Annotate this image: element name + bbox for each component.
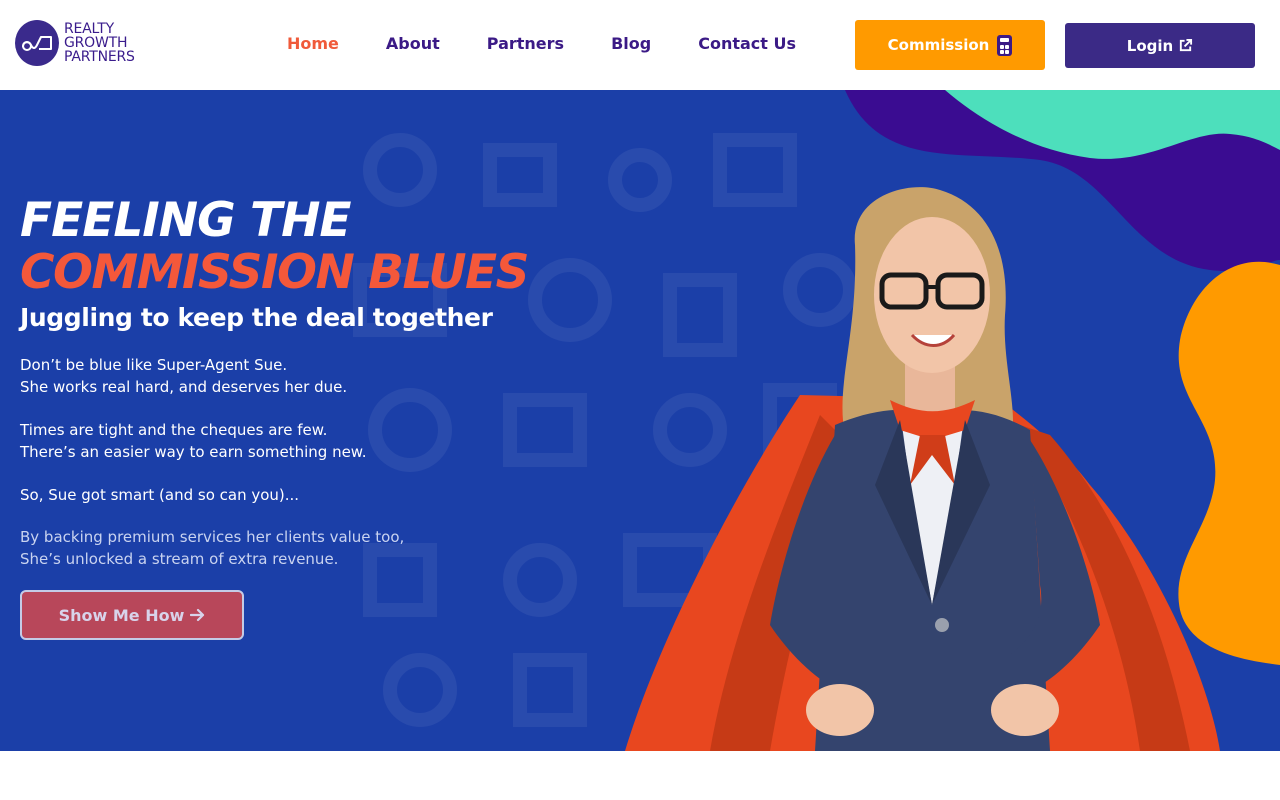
hero-paragraph-line: So, Sue got smart (and so can you)...	[20, 486, 300, 504]
external-link-icon	[1180, 38, 1193, 52]
login-button[interactable]: Login	[1065, 23, 1255, 68]
infinity-logo-icon	[15, 20, 59, 66]
commission-button-label: Commission	[887, 36, 990, 54]
hero-title-line-2: COMMISSION BLUES	[20, 245, 529, 300]
hero-paragraph: So, Sue got smart (and so can you)...	[20, 484, 580, 506]
hero-paragraph-line: By backing premium services her clients …	[20, 528, 405, 546]
nav-contact-us[interactable]: Contact Us	[698, 34, 796, 53]
hero-paragraph-line: Don’t be blue like Super-Agent Sue.	[20, 356, 288, 374]
hero-section: FEELING THE COMMISSION BLUES Juggling to…	[0, 90, 1280, 751]
brand-wordmark: REALTY GROWTH PARTNERS	[64, 22, 135, 64]
login-button-label: Login	[1126, 36, 1174, 55]
page-content-below	[0, 751, 1280, 800]
hero-paragraph: Don’t be blue like Super-Agent Sue. She …	[20, 354, 580, 398]
hero-paragraph-line: She’s unlocked a stream of extra revenue…	[20, 550, 339, 568]
hero-paragraph-line: There’s an easier way to earn something …	[20, 443, 367, 461]
hero-paragraph: By backing premium services her clients …	[20, 526, 580, 570]
hero-paragraph: Times are tight and the cheques are few.…	[20, 419, 580, 463]
show-me-how-label: Show Me How	[58, 605, 185, 625]
hero-subtitle: Juggling to keep the deal together	[20, 303, 493, 332]
main-nav: Home About Partners Blog Contact Us	[287, 34, 796, 53]
site-header: REALTY GROWTH PARTNERS Home About Partne…	[0, 0, 1280, 90]
arrow-right-icon	[190, 608, 205, 622]
hero-title-line-1: FEELING THE	[20, 193, 352, 248]
nav-blog[interactable]: Blog	[611, 34, 651, 53]
hero-copy: FEELING THE COMMISSION BLUES Juggling to…	[20, 195, 580, 640]
hero-paragraph-line: Times are tight and the cheques are few.	[20, 421, 328, 439]
superhero-agent-photo	[625, 187, 1220, 751]
hero-paragraph-line: She works real hard, and deserves her du…	[20, 378, 348, 396]
brand-line-1: REALTY	[64, 21, 114, 37]
nav-home[interactable]: Home	[287, 34, 339, 53]
commission-button[interactable]: Commission	[855, 20, 1045, 70]
calculator-icon	[997, 34, 1013, 56]
brand-line-3: PARTNERS	[64, 49, 135, 65]
brand-logo[interactable]: REALTY GROWTH PARTNERS	[15, 20, 135, 66]
nav-partners[interactable]: Partners	[487, 34, 564, 53]
nav-about[interactable]: About	[386, 34, 440, 53]
show-me-how-button[interactable]: Show Me How	[20, 590, 244, 640]
brand-line-2: GROWTH	[64, 35, 128, 51]
